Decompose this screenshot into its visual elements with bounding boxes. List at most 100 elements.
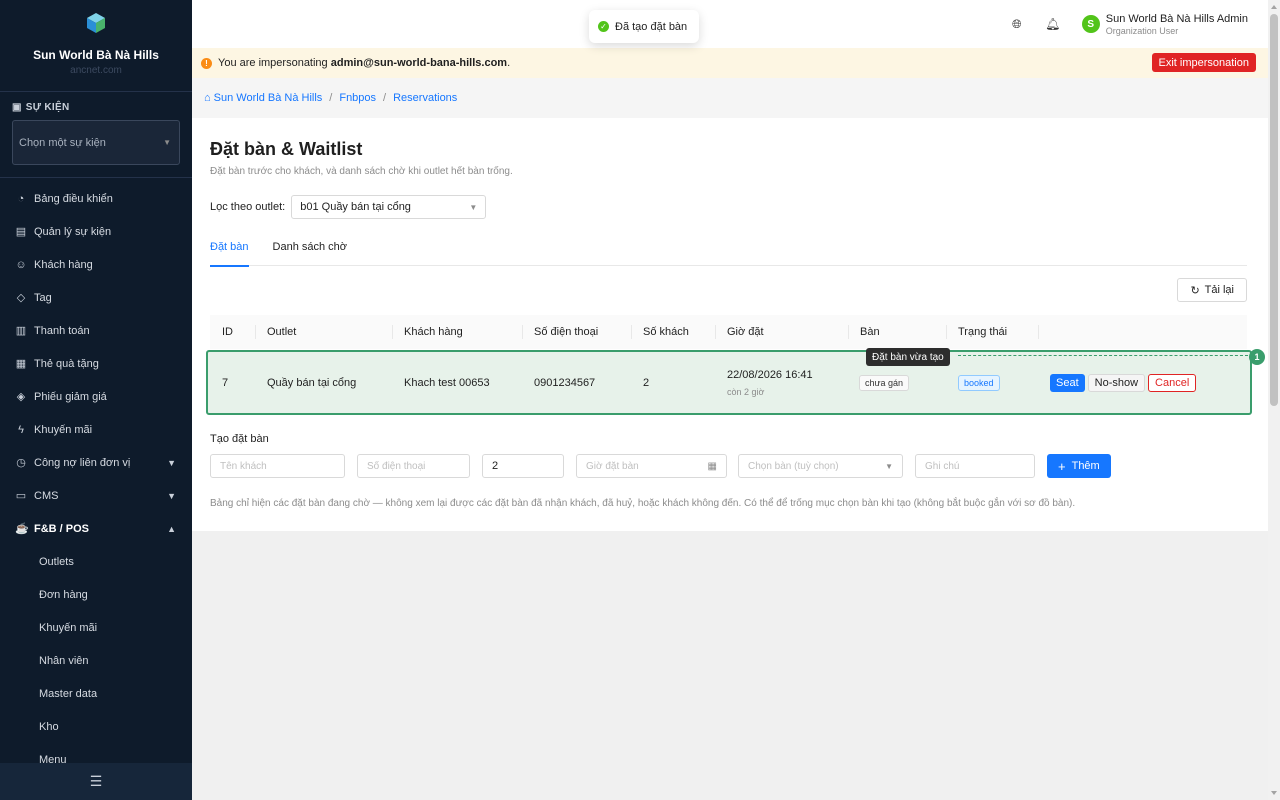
banner-suffix: . (507, 57, 511, 69)
bell-icon[interactable]: 🔔︎ (1045, 17, 1060, 31)
no-show-button[interactable]: No-show (1087, 373, 1146, 392)
sidebar-item-fnb-pos[interactable]: ☕ F&B / POS ▲ (0, 512, 192, 545)
event-select[interactable]: Chọn một sự kiện ▼ (12, 120, 180, 165)
help-text: Bảng chỉ hiện các đặt bàn đang chờ — khô… (210, 498, 1076, 509)
cell-outlet: Quầy bán tại cổng (267, 376, 357, 389)
highlight-connector-line (958, 355, 1248, 356)
scrollbar-thumb[interactable] (1270, 14, 1278, 406)
impersonation-banner: ! You are impersonating admin@sun-world-… (192, 48, 1268, 78)
scroll-down-icon[interactable] (1271, 791, 1277, 795)
sidebar-subitem-staff[interactable]: Nhân viên (0, 644, 192, 677)
sidebar-subitem-master-data[interactable]: Master data (0, 677, 192, 710)
cancel-button[interactable]: Cancel (1148, 373, 1197, 392)
reservations-table: ID Outlet Khách hàng Số điện thoại Số kh… (206, 315, 1252, 415)
sidebar-item-ledger[interactable]: ◷ Công nợ liên đơn vị ▼ (0, 446, 192, 479)
chevron-down-icon: ▼ (469, 202, 478, 212)
calendar-icon: ▣ (12, 102, 22, 113)
chevron-down-icon: ▼ (167, 457, 176, 468)
outlet-filter: Lọc theo outlet: b01 Quầy bán tại cổng ▼ (210, 195, 487, 219)
exit-impersonation-button[interactable]: Exit impersonation (1151, 53, 1256, 72)
table-select[interactable]: Chọn bàn (tuỳ chọn) ▼ (738, 454, 903, 478)
breadcrumb-item-fnbpos[interactable]: Fnbpos (339, 92, 376, 104)
payment-icon: ▥ (15, 324, 27, 337)
breadcrumb-separator: / (329, 92, 333, 104)
collapse-sidebar-button[interactable]: ☰ (0, 763, 192, 800)
cell-guests: 2 (643, 376, 650, 389)
coffee-icon: ☕ (15, 522, 29, 535)
sidebar-item-payment[interactable]: ▥ Thanh toán (0, 314, 192, 347)
breadcrumb: ⌂ Sun World Bà Nà Hills / Fnbpos / Reser… (192, 78, 1268, 118)
toast-message: Đã tạo đặt bàn (615, 20, 688, 33)
sidebar-subitem-warehouse[interactable]: Kho (0, 710, 192, 743)
home-icon[interactable]: ⌂ (204, 92, 211, 104)
status-badge: booked (958, 374, 1000, 391)
warning-icon: ! (201, 57, 212, 69)
column-header-time: Giờ đặt (715, 315, 764, 349)
column-header-status: Trạng thái (946, 315, 1007, 349)
check-circle-icon: ✓ (598, 21, 609, 32)
banner-prefix: You are impersonating (218, 57, 331, 69)
sidebar: Sun World Bà Nà Hills ancnet.com ▣ SỰ KI… (0, 0, 192, 800)
sidebar-item-events[interactable]: ▤ Quản lý sự kiện (0, 215, 192, 248)
top-header: 🌐︎ 🔔︎ S Sun World Bà Nà Hills Admin Orga… (192, 0, 1268, 48)
column-header-phone: Số điện thoại (522, 315, 598, 349)
tab-reservations[interactable]: Đặt bàn (210, 235, 249, 267)
impersonated-email: admin@sun-world-bana-hills.com (330, 57, 508, 69)
cell-status: booked (958, 352, 1000, 413)
column-header-id: ID (222, 326, 233, 338)
guest-name-input[interactable]: Tên khách (210, 454, 345, 478)
tag-icon: ◇ (16, 291, 26, 304)
cell-id: 7 (222, 376, 229, 389)
sidebar-item-promotion[interactable]: ϟ Khuyến mãi (0, 413, 192, 446)
reload-icon: ↻ (1190, 284, 1200, 297)
calendar-icon: ▦ (707, 460, 717, 472)
sidebar-menu: ◔ Bảng điều khiển ▤ Quản lý sự kiện ☺ Khách… (0, 177, 192, 776)
sidebar-item-dashboard[interactable]: ◔ Bảng điều khiển (0, 182, 192, 215)
chevron-down-icon: ▼ (885, 461, 893, 471)
sidebar-item-cms[interactable]: ▭ CMS ▼ (0, 479, 192, 512)
avatar[interactable]: S (1081, 15, 1100, 33)
table-unassigned-tag: chưa gán (859, 374, 910, 391)
column-header-actions (1038, 315, 1050, 349)
page-subtitle: Đặt bàn trước cho khách, và danh sách ch… (210, 166, 513, 177)
brand: Sun World Bà Nà Hills ancnet.com (0, 0, 192, 92)
globe-icon[interactable]: 🌐︎ (1010, 17, 1024, 31)
cell-phone: 0901234567 (534, 376, 596, 389)
seat-button[interactable]: Seat (1050, 373, 1085, 392)
reload-button[interactable]: ↻ Tải lại (1177, 278, 1247, 302)
brand-name: Sun World Bà Nà Hills (33, 48, 159, 62)
sidebar-item-customers[interactable]: ☺ Khách hàng (0, 248, 192, 281)
phone-input[interactable]: Số điện thoại (357, 454, 470, 478)
breadcrumb-separator: / (383, 92, 387, 104)
scroll-up-icon[interactable] (1271, 5, 1277, 9)
note-input[interactable]: Ghi chú (915, 454, 1035, 478)
brand-subtitle: ancnet.com (70, 65, 122, 76)
user-name: Sun World Bà Nà Hills Admin (1105, 12, 1248, 25)
sidebar-subitem-orders[interactable]: Đơn hàng (0, 578, 192, 611)
reservation-time-picker[interactable]: Giờ đặt bàn ▦ (576, 454, 727, 478)
table-row[interactable]: 7 Quầy bán tại cổng Khach test 00653 090… (206, 350, 1252, 415)
breadcrumb-item-org[interactable]: Sun World Bà Nà Hills (214, 92, 323, 104)
sidebar-item-coupon[interactable]: ◈ Phiếu giảm giá (0, 380, 192, 413)
coupon-icon: ◈ (16, 390, 26, 403)
dashboard-icon: ◔ (17, 192, 25, 205)
tab-waitlist[interactable]: Danh sách chờ (273, 235, 347, 266)
sidebar-subitem-outlets[interactable]: Outlets (0, 545, 192, 578)
promotion-icon: ϟ (18, 423, 24, 436)
guest-count-input[interactable]: 2 (482, 454, 564, 478)
sidebar-item-gift-card[interactable]: ▦ Thẻ quà tặng (0, 347, 192, 380)
add-reservation-button[interactable]: + Thêm (1047, 454, 1111, 478)
column-header-table: Bàn (848, 315, 880, 349)
user-info[interactable]: Sun World Bà Nà Hills Admin Organization… (1106, 13, 1248, 36)
outlet-filter-select[interactable]: b01 Quầy bán tại cổng ▼ (291, 195, 487, 219)
reservation-time: 22/08/2026 16:41 (727, 368, 813, 381)
success-toast: ✓ Đã tạo đặt bàn (589, 10, 700, 43)
cell-time: 22/08/2026 16:41 còn 2 giờ (727, 352, 813, 413)
outlet-filter-value: b01 Quầy bán tại cổng (300, 201, 411, 213)
sidebar-item-tag[interactable]: ◇ Tag (0, 281, 192, 314)
vertical-scrollbar[interactable] (1268, 0, 1280, 800)
highlight-marker-badge: 1 (1249, 349, 1265, 365)
sidebar-subitem-promotions[interactable]: Khuyến mãi (0, 611, 192, 644)
breadcrumb-item-reservations[interactable]: Reservations (393, 92, 457, 104)
table-header: ID Outlet Khách hàng Số điện thoại Số kh… (210, 315, 1247, 349)
